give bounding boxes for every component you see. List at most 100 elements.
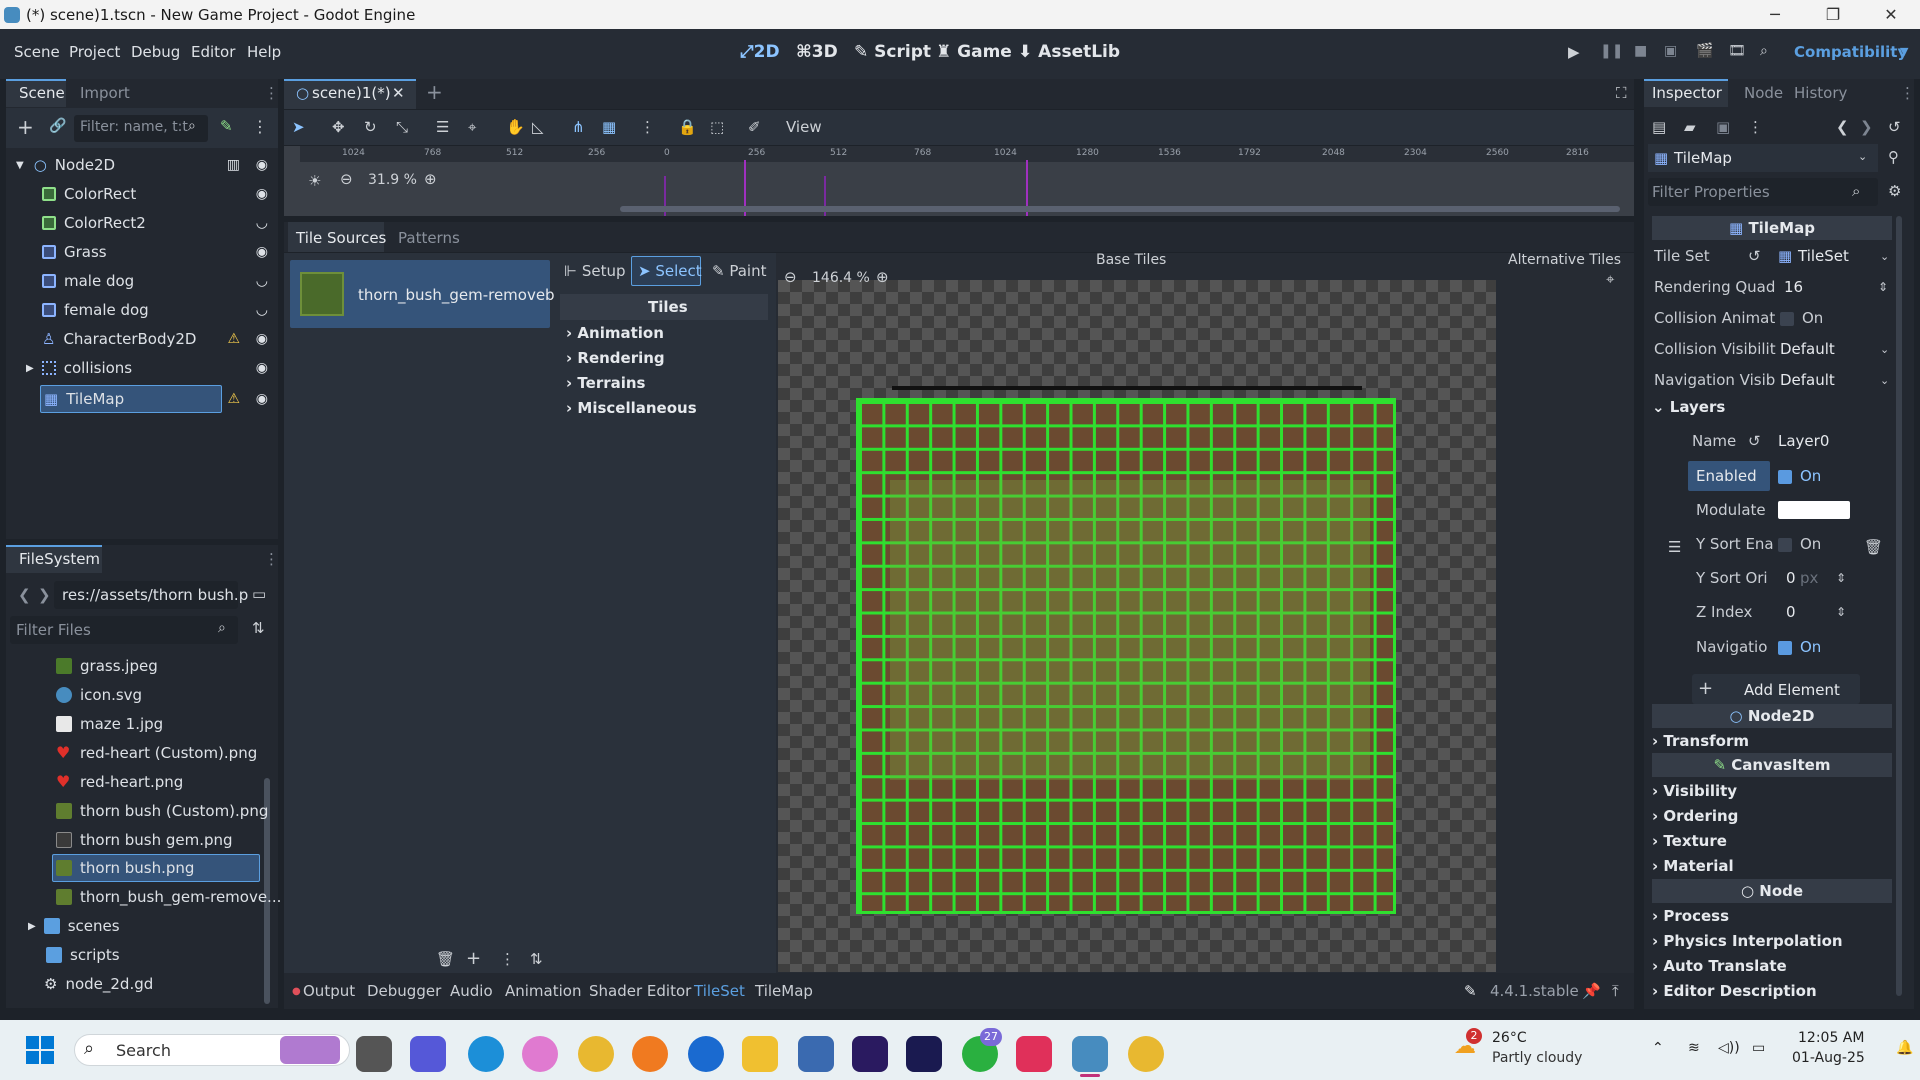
attach-script-icon[interactable]: ✎	[220, 117, 233, 135]
tab-tilemap[interactable]: TileMap	[755, 982, 813, 1000]
movie-maker-icon[interactable]: ⌕	[1760, 43, 1768, 59]
color-swatch[interactable]	[1778, 501, 1850, 519]
file-maze[interactable]: maze 1.jpg	[56, 710, 163, 738]
revert-icon[interactable]: ↺	[1748, 247, 1761, 265]
more-icon[interactable]: ⋮	[1748, 118, 1763, 136]
tab-shader-editor[interactable]: Shader Editor	[589, 982, 691, 1000]
notification-bell-icon[interactable]: 🔔	[1896, 1040, 1913, 1056]
section-layers[interactable]: ⌄ Layers	[1652, 398, 1725, 416]
prop-z-index[interactable]: Z Index 0 ⇕	[1696, 597, 1920, 627]
section-process[interactable]: › Process	[1652, 907, 1729, 925]
mode-2d[interactable]: ⤢2D	[740, 42, 780, 62]
checkbox-icon[interactable]	[1780, 311, 1794, 326]
chevron-down-icon[interactable]: ⌄	[1880, 250, 1889, 263]
section-material[interactable]: › Material	[1652, 857, 1734, 875]
sort-icon[interactable]: ⇅	[530, 950, 543, 968]
tree-node-tilemap[interactable]: ▦ TileMap ⚠ ◉	[10, 385, 274, 413]
section-misc[interactable]: › Miscellaneous	[566, 399, 697, 417]
checkbox-icon[interactable]	[1778, 537, 1792, 552]
eye-closed-icon[interactable]: ◡	[256, 273, 268, 289]
settings-icon[interactable]: ⚙	[1888, 182, 1901, 200]
volume-icon[interactable]: ◁))	[1718, 1040, 1740, 1056]
chevron-right-icon[interactable]: ▶	[28, 921, 36, 932]
script-icon[interactable]: ▥	[227, 157, 240, 173]
section-ordering[interactable]: › Ordering	[1652, 807, 1738, 825]
tree-node-collisions[interactable]: ▶ collisions ◉	[10, 354, 274, 382]
eye-icon[interactable]: ◉	[256, 331, 268, 347]
zoom-out-icon[interactable]: ⊖	[340, 170, 353, 188]
pan-tool-icon[interactable]: ✋	[506, 118, 525, 136]
save-icon[interactable]: ▣	[1716, 118, 1730, 136]
remote-debug-icon[interactable]: ▣	[1664, 43, 1677, 59]
menu-help[interactable]: Help	[247, 43, 281, 61]
link-icon[interactable]: 🔗	[49, 118, 66, 134]
section-animation[interactable]: › Animation	[566, 324, 664, 342]
tab-output[interactable]: Output	[303, 982, 355, 1000]
section-rendering[interactable]: › Rendering	[566, 349, 665, 367]
h-scrollbar[interactable]	[620, 206, 1620, 212]
close-icon[interactable]: ✕	[1862, 5, 1920, 24]
figma-icon[interactable]	[1016, 1036, 1052, 1072]
new-tab-icon[interactable]: +	[426, 80, 443, 104]
prop-y-sort-origin[interactable]: Y Sort Ori 0 px ⇕	[1696, 563, 1920, 593]
dock-menu-icon[interactable]: ⋮	[264, 84, 279, 102]
spinner-icon[interactable]: ⇕	[1836, 571, 1846, 585]
mode-assetlib[interactable]: ⬇ AssetLib	[1018, 42, 1120, 62]
rotate-tool-icon[interactable]: ↻	[364, 118, 377, 136]
new-resource-icon[interactable]: ▤	[1652, 118, 1666, 136]
back-icon[interactable]: ❮	[18, 586, 31, 604]
open-folder-icon[interactable]: ▰	[1684, 118, 1696, 136]
paint-button[interactable]: ✎ Paint	[712, 262, 766, 280]
prop-navigation-visibility[interactable]: Navigation Visib Default ⌄	[1654, 365, 1898, 395]
chevron-right-icon[interactable]: ▶	[26, 363, 34, 374]
prop-layer-enabled[interactable]: Enabled On	[1696, 461, 1920, 491]
doc-icon[interactable]: ⚲	[1888, 148, 1899, 166]
zoom-reset-icon[interactable]: ☀	[308, 172, 321, 190]
bone-icon[interactable]: ✐	[748, 118, 761, 136]
tab-animation[interactable]: Animation	[505, 982, 581, 1000]
file-thorn-bush[interactable]: thorn bush.png	[56, 854, 194, 882]
zoom-in-icon[interactable]: ⊕	[424, 170, 437, 188]
section-transform[interactable]: › Transform	[1652, 732, 1749, 750]
eye-icon[interactable]: ◉	[256, 244, 268, 260]
menu-project[interactable]: Project	[69, 43, 120, 61]
menu-debug[interactable]: Debug	[131, 43, 180, 61]
prop-layer-name[interactable]: Name ↺ Layer0	[1692, 426, 1920, 456]
file-red-heart[interactable]: ♥ red-heart.png	[56, 768, 183, 796]
section-physics-interpolation[interactable]: › Physics Interpolation	[1652, 932, 1843, 950]
checkbox-checked-icon[interactable]	[1778, 640, 1792, 655]
add-icon[interactable]: +	[466, 948, 481, 969]
app-icon[interactable]	[688, 1036, 724, 1072]
folder-scenes[interactable]: ▶ scenes	[28, 912, 120, 940]
move-tool-icon[interactable]: ✥	[332, 118, 345, 136]
section-terrains[interactable]: › Terrains	[566, 374, 646, 392]
view-menu[interactable]: View	[786, 118, 822, 136]
prop-modulate[interactable]: Modulate	[1696, 495, 1920, 525]
battery-icon[interactable]: ▭	[1752, 1040, 1765, 1056]
play-icon[interactable]: ▶	[1568, 43, 1580, 61]
tree-node-male-dog[interactable]: male dog ◡	[10, 267, 274, 295]
inspector-scrollbar[interactable]	[1896, 216, 1902, 996]
close-icon[interactable]: ✕	[392, 84, 405, 102]
select-tool-icon[interactable]: ➤	[292, 118, 305, 136]
chevron-down-icon[interactable]: ▼	[16, 160, 24, 171]
tree-node-grass[interactable]: Grass ◉	[10, 238, 274, 266]
pause-icon[interactable]: ❚❚	[1600, 43, 1623, 59]
smart-snap-icon[interactable]: ⋔	[572, 118, 585, 136]
mode-3d[interactable]: ⌘3D	[796, 42, 838, 62]
history-icon[interactable]: ↺	[1888, 118, 1901, 136]
menu-editor[interactable]: Editor	[191, 43, 235, 61]
mode-game[interactable]: ♜ Game	[936, 42, 1012, 62]
tab-history[interactable]: History	[1794, 84, 1847, 102]
zoom-out-icon[interactable]: ⊖	[784, 268, 797, 286]
minimize-icon[interactable]: ─	[1746, 5, 1804, 24]
tab-audio[interactable]: Audio	[450, 982, 493, 1000]
section-visibility[interactable]: › Visibility	[1652, 782, 1737, 800]
scale-tool-icon[interactable]: ⤡	[396, 118, 408, 136]
scene-options-icon[interactable]: ⋮	[252, 117, 268, 136]
pivot-tool-icon[interactable]: ⌖	[468, 118, 476, 136]
tree-node-colorrect[interactable]: ColorRect ◉	[10, 180, 274, 208]
play-custom-icon[interactable]: 🎞	[1728, 43, 1746, 59]
menu-scene[interactable]: Scene	[14, 43, 60, 61]
eye-icon[interactable]: ◉	[256, 360, 268, 376]
